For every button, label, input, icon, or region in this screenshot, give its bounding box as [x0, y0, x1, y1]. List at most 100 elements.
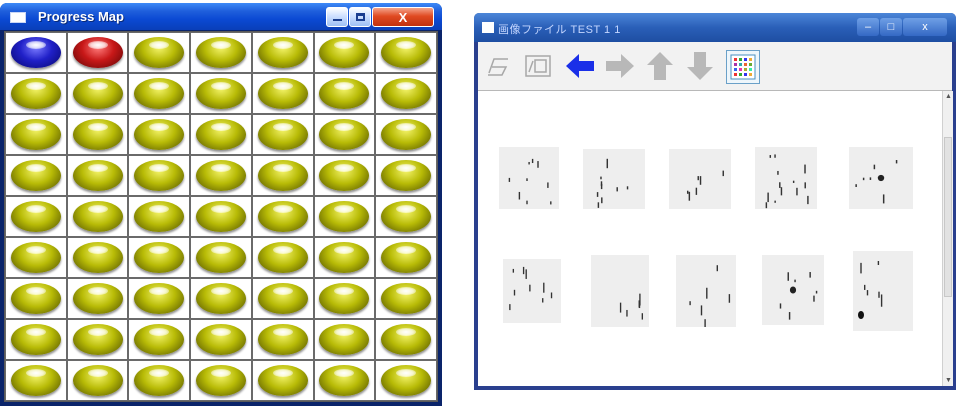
disc-highlight	[87, 287, 108, 295]
disc-highlight	[149, 41, 170, 49]
grid-view-button[interactable]	[726, 50, 760, 84]
progress-map-window: Progress Map X	[0, 3, 442, 406]
down-button[interactable]	[684, 50, 716, 82]
tool1-button[interactable]	[482, 50, 514, 82]
progress-cell	[5, 155, 67, 196]
progress-cell	[313, 278, 376, 319]
progress-cell	[375, 114, 437, 155]
disc-highlight	[87, 164, 108, 172]
image-thumbnail[interactable]	[669, 149, 731, 209]
yellow-disc	[134, 160, 185, 191]
window-title: 画像ファイル TEST 1 1	[498, 24, 621, 36]
progress-cell	[251, 237, 314, 278]
yellow-disc	[319, 78, 370, 109]
progress-cell	[5, 237, 67, 278]
disc-highlight	[25, 82, 46, 90]
red-disc	[72, 37, 123, 68]
yellow-disc	[319, 37, 370, 68]
yellow-disc	[72, 324, 123, 355]
progress-cell	[66, 32, 129, 73]
disc-highlight	[272, 246, 293, 254]
disc-highlight	[149, 369, 170, 377]
disc-highlight	[87, 246, 108, 254]
yellow-disc	[257, 201, 308, 232]
maximize-button[interactable]: □	[880, 18, 902, 36]
image-thumbnail[interactable]	[591, 255, 649, 327]
yellow-disc	[381, 365, 432, 396]
scroll-up-icon[interactable]: ▲	[945, 93, 952, 100]
progress-cell	[313, 360, 376, 401]
disc-highlight	[396, 246, 417, 254]
back-button[interactable]	[564, 50, 596, 82]
close-button[interactable]: x	[903, 18, 947, 36]
yellow-disc	[10, 283, 61, 314]
progress-cell	[66, 237, 129, 278]
toolbar	[478, 42, 952, 91]
image-thumbnail[interactable]	[849, 147, 913, 209]
disc-highlight	[272, 41, 293, 49]
yellow-disc	[10, 201, 61, 232]
disc-highlight	[25, 205, 46, 213]
yellow-disc	[10, 160, 61, 191]
image-thumbnail[interactable]	[503, 259, 561, 323]
scroll-thumb[interactable]	[944, 137, 952, 297]
disc-highlight	[210, 123, 231, 131]
scroll-down-icon[interactable]: ▼	[945, 377, 952, 384]
yellow-disc	[72, 78, 123, 109]
disc-highlight	[210, 246, 231, 254]
title-bar[interactable]: 画像ファイル TEST 1 1 – □ x	[474, 13, 956, 42]
yellow-disc	[134, 242, 185, 273]
yellow-disc	[134, 365, 185, 396]
progress-cell	[66, 278, 129, 319]
disc-highlight	[25, 287, 46, 295]
yellow-disc	[10, 119, 61, 150]
yellow-disc	[381, 119, 432, 150]
disc-highlight	[272, 164, 293, 172]
progress-cell	[313, 114, 376, 155]
yellow-disc	[195, 160, 246, 191]
image-thumbnail[interactable]	[676, 255, 736, 327]
yellow-disc	[319, 160, 370, 191]
yellow-disc	[10, 365, 61, 396]
window-icon	[482, 22, 494, 33]
disc-highlight	[334, 246, 355, 254]
maximize-button[interactable]	[349, 7, 371, 27]
forward-arrow-icon	[606, 54, 634, 78]
progress-cell	[66, 73, 129, 114]
yellow-disc	[381, 78, 432, 109]
vertical-scrollbar[interactable]: ▲ ▼	[942, 91, 953, 386]
forward-button[interactable]	[604, 50, 636, 82]
yellow-disc	[72, 283, 123, 314]
image-thumbnail[interactable]	[762, 255, 824, 325]
image-viewer-window: 画像ファイル TEST 1 1 – □ x ▲ ▼	[474, 13, 956, 390]
disc-highlight	[149, 328, 170, 336]
tool2-icon	[525, 55, 551, 77]
yellow-disc	[195, 324, 246, 355]
window-title: Progress Map	[38, 9, 124, 24]
image-thumbnail[interactable]	[755, 147, 817, 209]
up-button[interactable]	[644, 50, 676, 82]
progress-cell	[128, 73, 191, 114]
minimize-button[interactable]: –	[857, 18, 879, 36]
yellow-disc	[257, 160, 308, 191]
tool2-button[interactable]	[522, 50, 554, 82]
image-thumbnail[interactable]	[583, 149, 645, 209]
close-icon: x	[922, 21, 928, 33]
yellow-disc	[195, 119, 246, 150]
disc-highlight	[396, 369, 417, 377]
yellow-disc	[381, 242, 432, 273]
minimize-button[interactable]	[326, 7, 348, 27]
close-button[interactable]: X	[372, 7, 434, 27]
yellow-disc	[257, 242, 308, 273]
yellow-disc	[134, 78, 185, 109]
disc-highlight	[87, 205, 108, 213]
window-icon	[10, 12, 26, 23]
image-thumbnail[interactable]	[499, 147, 559, 209]
yellow-disc	[319, 283, 370, 314]
yellow-disc	[257, 365, 308, 396]
yellow-disc	[195, 201, 246, 232]
title-bar[interactable]: Progress Map X	[0, 3, 442, 30]
image-thumbnail[interactable]	[853, 251, 913, 331]
progress-cell	[313, 319, 376, 360]
maximize-icon: □	[887, 21, 895, 33]
